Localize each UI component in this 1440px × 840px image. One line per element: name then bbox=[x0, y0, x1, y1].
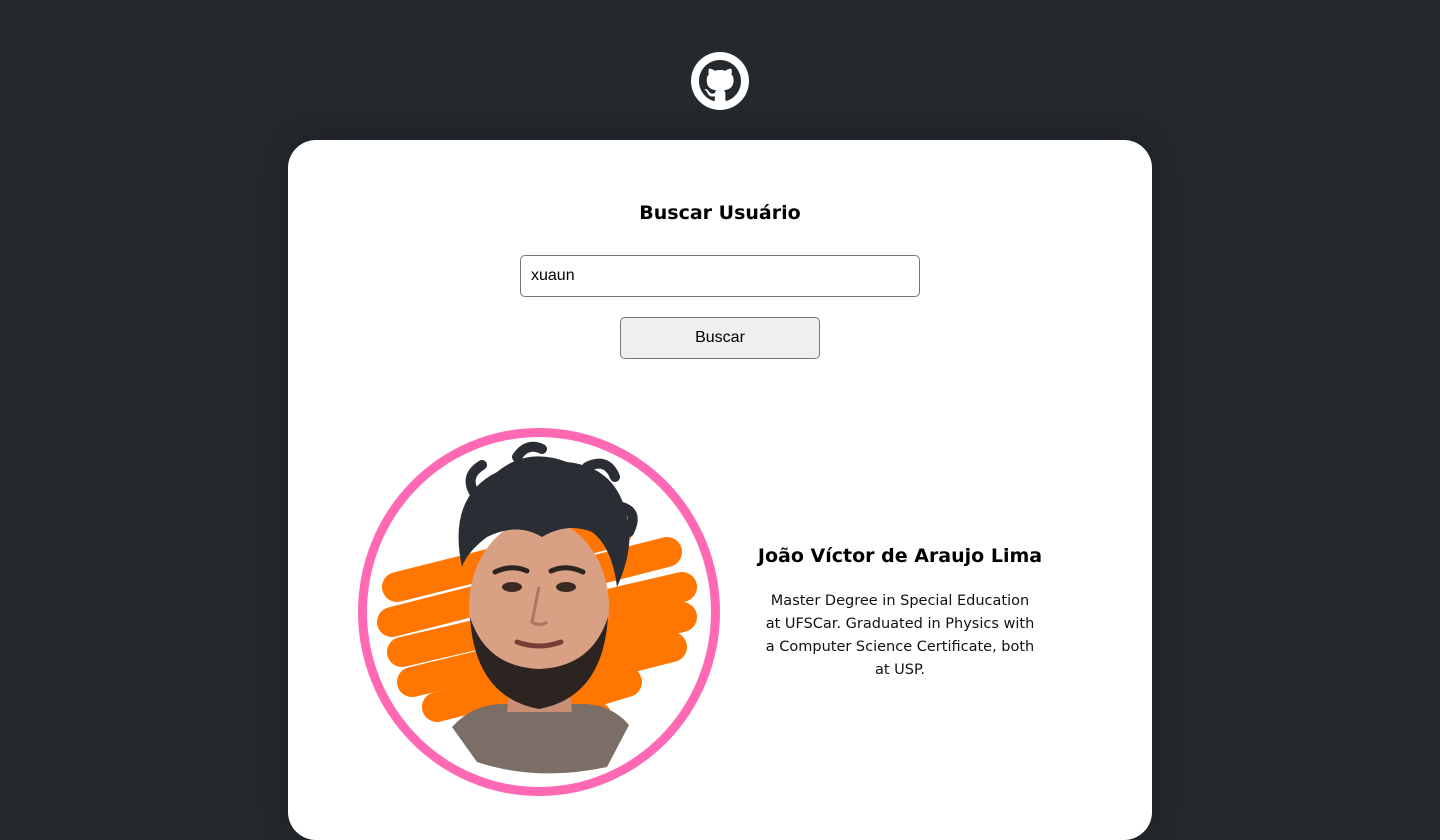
avatar-photo bbox=[377, 441, 697, 774]
search-card: Buscar Usuário Buscar bbox=[288, 140, 1152, 840]
search-button[interactable]: Buscar bbox=[620, 317, 820, 359]
profile-name: João Víctor de Araujo Lima bbox=[757, 545, 1043, 567]
avatar bbox=[358, 428, 720, 796]
github-logo bbox=[691, 52, 749, 110]
search-title: Buscar Usuário bbox=[639, 202, 801, 224]
profile-bio: Master Degree in Special Education at UF… bbox=[765, 593, 1035, 678]
github-icon bbox=[691, 52, 749, 110]
username-search-input[interactable] bbox=[520, 255, 920, 297]
